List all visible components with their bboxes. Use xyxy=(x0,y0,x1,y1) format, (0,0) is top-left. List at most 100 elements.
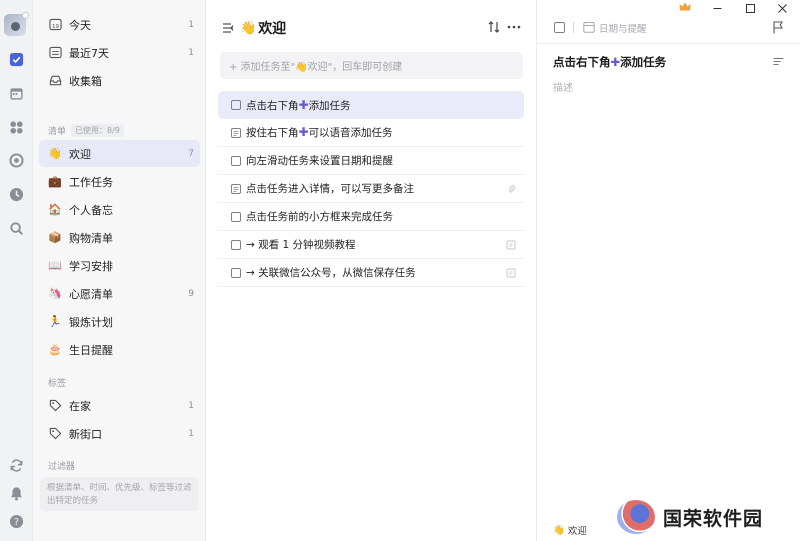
list-emoji: 🦄 xyxy=(48,287,62,300)
date-calendar-icon[interactable] xyxy=(583,21,595,33)
lists-section-header[interactable]: 清单 已使用：8/9 xyxy=(48,124,124,137)
task-checkbox[interactable] xyxy=(231,100,241,110)
minimize-button[interactable] xyxy=(704,0,730,16)
task-row[interactable]: → 观看 1 分钟视频教程 xyxy=(218,231,524,259)
sidebar-item-label: 欢迎 xyxy=(69,147,91,161)
maximize-icon xyxy=(745,3,755,13)
clock-icon[interactable] xyxy=(7,185,25,203)
sidebar-list-birthday[interactable]: 🎂 生日提醒 xyxy=(39,336,200,363)
sidebar-item-label: 心愿清单 xyxy=(69,287,113,301)
filters-section-header[interactable]: 过滤器 xyxy=(48,459,75,472)
maximize-button[interactable] xyxy=(737,0,763,16)
task-checkbox[interactable] xyxy=(231,155,241,166)
collapse-menu-icon[interactable] xyxy=(221,21,235,35)
tags-section-header[interactable]: 标签 xyxy=(48,376,66,389)
sidebar-list-shopping[interactable]: 📦 购物清单 xyxy=(39,224,200,251)
task-row[interactable]: → 关联微信公众号，从微信保存任务 xyxy=(218,259,524,287)
sidebar-item-label: 在家 xyxy=(69,399,91,413)
lists-section-title: 清单 xyxy=(48,127,67,137)
sidebar-list-work[interactable]: 💼 工作任务 xyxy=(39,168,200,195)
list-emoji: 👋 xyxy=(553,524,565,536)
calendar-icon[interactable] xyxy=(7,84,25,102)
sidebar-item-count: 1 xyxy=(188,400,194,411)
text-format-icon[interactable] xyxy=(773,57,784,67)
watermark: 国荣软件园 xyxy=(617,499,797,535)
date-reminder-button[interactable]: 日期与提醒 xyxy=(599,21,647,35)
title-text: 欢迎 xyxy=(258,21,287,37)
app-window: ? 19 今天 1 最近7天 1 收集箱 清单 已使用：8/9 👋 欢迎 7 💼… xyxy=(0,0,800,541)
search-icon[interactable] xyxy=(7,219,25,237)
task-checkbox[interactable] xyxy=(231,267,241,278)
sidebar-item-count: 1 xyxy=(188,19,194,30)
sidebar-list-wishlist[interactable]: 🦄 心愿清单 9 xyxy=(39,280,200,307)
sidebar-tag-xinjiekou[interactable]: 新街口 1 xyxy=(39,420,200,447)
toolbar-divider xyxy=(573,22,574,33)
sidebar-list-personal[interactable]: 🏠 个人备忘 xyxy=(39,196,200,223)
title-emoji: 👋 xyxy=(240,20,257,36)
task-icon[interactable] xyxy=(7,50,25,68)
week-calendar-icon xyxy=(48,46,62,60)
task-checkbox[interactable] xyxy=(231,239,241,250)
task-row[interactable]: 点击任务进入详情，可以写更多备注 xyxy=(218,175,524,203)
task-text: → 观看 1 分钟视频教程 xyxy=(246,239,356,251)
add-task-input[interactable]: + 添加任务至"👋欢迎"，回车即可创建 xyxy=(220,52,523,79)
sidebar-item-today[interactable]: 19 今天 1 xyxy=(39,11,200,38)
more-icon[interactable] xyxy=(506,20,522,34)
sidebar-item-label: 购物清单 xyxy=(69,231,113,245)
sync-icon[interactable] xyxy=(7,456,25,474)
task-row[interactable]: 点击右下角✚添加任务 xyxy=(218,91,524,119)
task-text: 点击右下角✚添加任务 xyxy=(246,97,351,112)
list-name: 欢迎 xyxy=(567,526,587,537)
watermark-text: 国荣软件园 xyxy=(663,507,764,530)
target-icon[interactable] xyxy=(7,151,25,169)
sidebar-item-label: 收集箱 xyxy=(69,74,102,88)
detail-list-selector[interactable]: 👋 欢迎 xyxy=(553,523,587,538)
sidebar: 19 今天 1 最近7天 1 收集箱 清单 已使用：8/9 👋 欢迎 7 💼 工… xyxy=(33,0,206,541)
sidebar-item-count: 1 xyxy=(188,428,194,439)
priority-flag-icon[interactable] xyxy=(772,21,784,34)
description-icon xyxy=(506,240,516,249)
note-checkbox-icon[interactable] xyxy=(231,127,241,138)
close-button[interactable] xyxy=(769,0,795,16)
sidebar-item-label: 锻炼计划 xyxy=(69,315,113,329)
watermark-globe-logo xyxy=(617,500,655,534)
description-icon xyxy=(506,268,516,277)
premium-crown-icon[interactable] xyxy=(679,2,691,12)
sidebar-list-welcome[interactable]: 👋 欢迎 7 xyxy=(39,140,200,167)
task-row[interactable]: 点击任务前的小方框来完成任务 xyxy=(218,203,524,231)
grid-icon[interactable] xyxy=(7,118,25,136)
task-row[interactable]: 按住右下角✚可以语音添加任务 xyxy=(218,119,524,147)
sidebar-item-next-7-days[interactable]: 最近7天 1 xyxy=(39,39,200,66)
sidebar-list-study[interactable]: 📖 学习安排 xyxy=(39,252,200,279)
detail-checkbox[interactable] xyxy=(554,22,565,33)
sidebar-item-count: 1 xyxy=(188,47,194,58)
help-icon[interactable]: ? xyxy=(7,512,25,530)
tag-icon xyxy=(48,427,62,441)
sidebar-item-inbox[interactable]: 收集箱 xyxy=(39,67,200,94)
sidebar-item-count: 9 xyxy=(188,288,194,299)
svg-text:19: 19 xyxy=(51,24,59,30)
sidebar-item-label: 新街口 xyxy=(69,427,102,441)
task-text: → 关联微信公众号，从微信保存任务 xyxy=(246,267,416,279)
note-checkbox-icon[interactable] xyxy=(231,183,241,194)
sidebar-item-label: 工作任务 xyxy=(69,175,113,189)
sidebar-list-exercise[interactable]: 🏃 锻炼计划 xyxy=(39,308,200,335)
sort-icon[interactable] xyxy=(487,20,501,34)
tags-section-title: 标签 xyxy=(48,379,67,389)
task-checkbox[interactable] xyxy=(231,211,241,222)
minimize-icon xyxy=(713,7,721,9)
sidebar-item-label: 生日提醒 xyxy=(69,343,113,357)
inbox-icon xyxy=(48,74,62,88)
task-text: 按住右下角✚可以语音添加任务 xyxy=(246,125,393,139)
bell-icon[interactable] xyxy=(7,484,25,502)
task-row[interactable]: 向左滑动任务来设置日期和提醒 xyxy=(218,147,524,175)
sidebar-tag-home[interactable]: 在家 1 xyxy=(39,392,200,419)
detail-task-title[interactable]: 点击右下角✚添加任务 xyxy=(553,54,666,70)
list-emoji: 🏠 xyxy=(48,203,62,216)
list-emoji: 👋 xyxy=(48,147,62,160)
task-detail-panel: 日期与提醒 点击右下角✚添加任务 描述 👋 欢迎 xyxy=(537,0,800,541)
attachment-icon xyxy=(508,184,516,193)
close-icon xyxy=(777,3,787,13)
filters-section-title: 过滤器 xyxy=(48,462,76,472)
description-field[interactable]: 描述 xyxy=(553,79,573,94)
